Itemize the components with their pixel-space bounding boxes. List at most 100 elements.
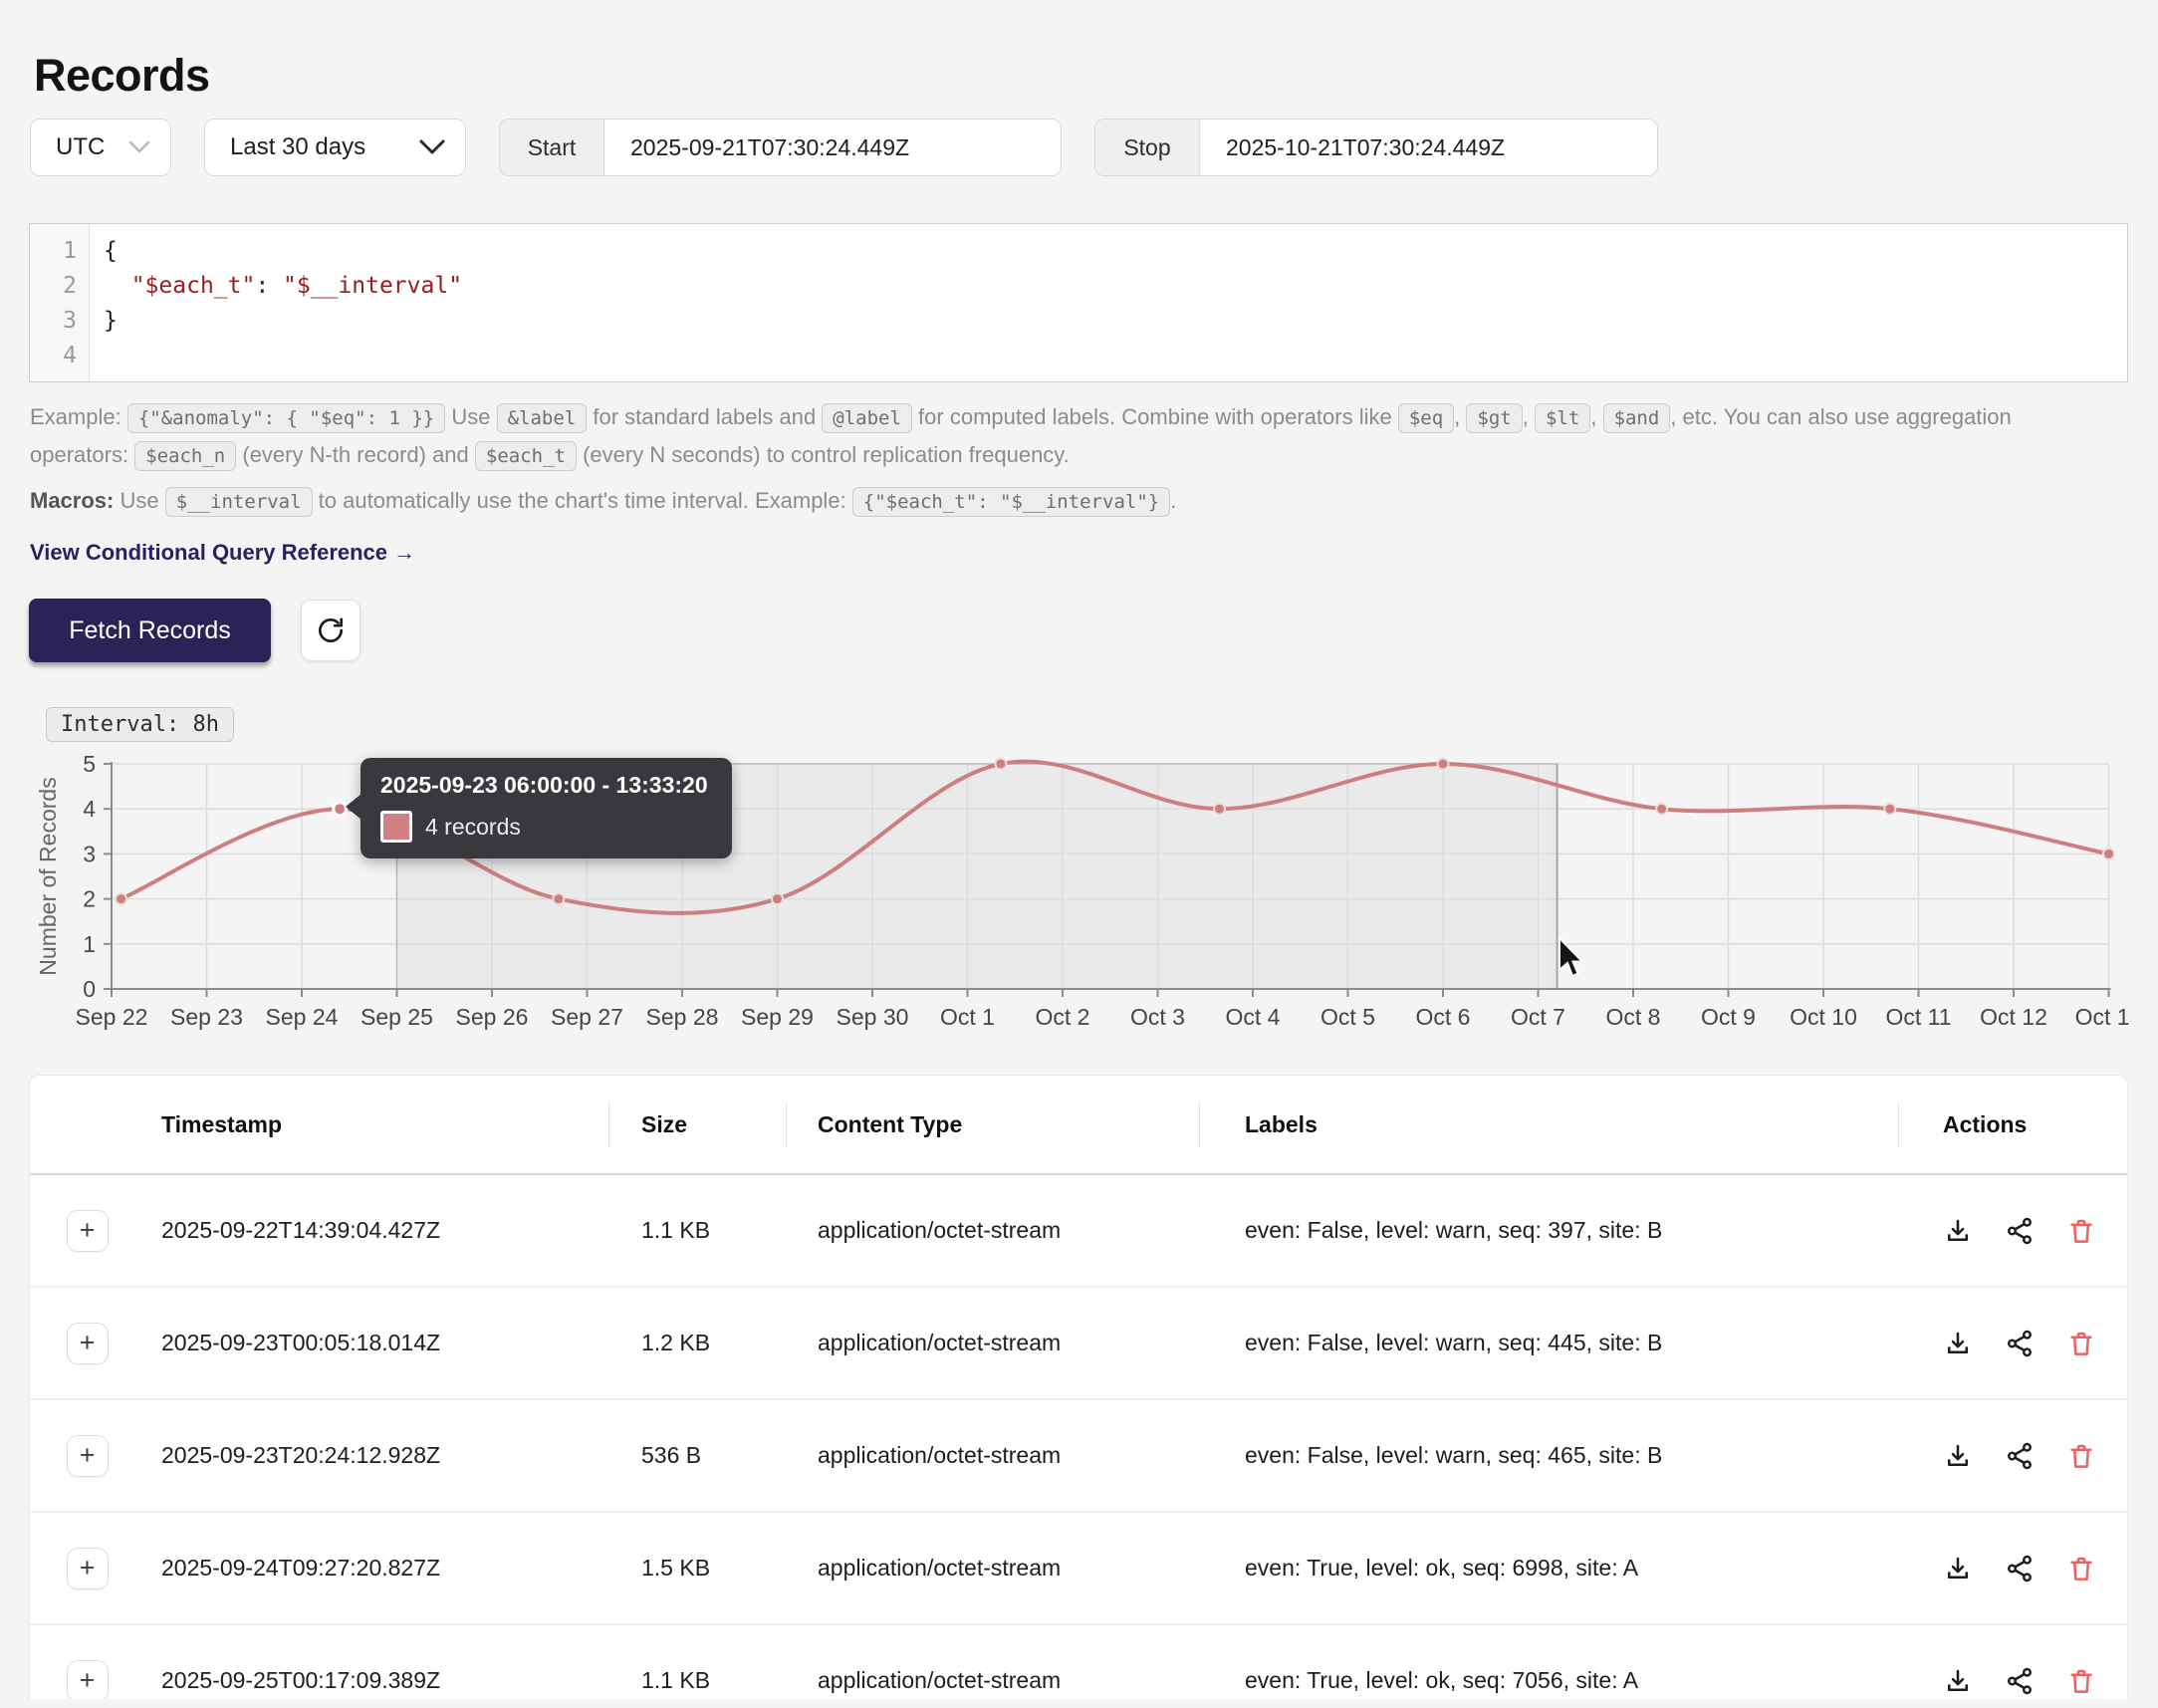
svg-text:Sep 30: Sep 30	[837, 1004, 909, 1030]
svg-text:Oct 9: Oct 9	[1701, 1004, 1756, 1030]
help-text: Example: {"&anomaly": { "$eq": 1 }} Use …	[30, 398, 2113, 572]
expand-row-button[interactable]: +	[67, 1660, 109, 1700]
svg-text:Sep 27: Sep 27	[551, 1004, 623, 1030]
cell-timestamp: 2025-09-22T14:39:04.427Z	[144, 1217, 608, 1244]
delete-record-button[interactable]	[2066, 1329, 2096, 1358]
inline-code-chip: {"$each_t": "$__interval"}	[852, 487, 1170, 517]
refresh-button[interactable]	[301, 600, 360, 661]
timezone-value: UTC	[56, 133, 105, 161]
svg-text:5: 5	[83, 751, 96, 777]
table-row: + 2025-09-25T00:17:09.389Z 1.1 KB applic…	[30, 1625, 2127, 1699]
expand-row-button[interactable]: +	[67, 1323, 109, 1364]
stop-time-input[interactable]	[1200, 120, 1657, 175]
plus-icon: +	[80, 1667, 96, 1694]
table-row: + 2025-09-23T00:05:18.014Z 1.2 KB applic…	[30, 1288, 2127, 1400]
svg-text:Oct 8: Oct 8	[1606, 1004, 1661, 1030]
expand-row-button[interactable]: +	[67, 1435, 109, 1477]
records-table-card: Timestamp Size Content Type Labels Actio…	[29, 1075, 2128, 1699]
svg-text:1: 1	[83, 931, 96, 957]
refresh-icon	[315, 614, 347, 646]
inline-code-chip: &label	[497, 403, 588, 433]
svg-text:Sep 22: Sep 22	[76, 1004, 148, 1030]
cell-content-type: application/octet-stream	[786, 1330, 1199, 1356]
svg-text:4: 4	[83, 796, 96, 822]
svg-text:Oct 6: Oct 6	[1416, 1004, 1471, 1030]
share-icon	[2005, 1554, 2035, 1584]
svg-text:Sep 26: Sep 26	[456, 1004, 529, 1030]
query-reference-link[interactable]: View Conditional Query Reference →	[30, 534, 415, 572]
svg-text:Oct 11: Oct 11	[1885, 1004, 1951, 1030]
table-header: Timestamp Size Content Type Labels Actio…	[30, 1076, 2127, 1175]
cell-content-type: application/octet-stream	[786, 1667, 1199, 1694]
svg-text:Oct 2: Oct 2	[1036, 1004, 1090, 1030]
column-header-size: Size	[608, 1076, 786, 1173]
share-icon	[2005, 1216, 2035, 1246]
trash-icon	[2066, 1216, 2096, 1246]
cell-timestamp: 2025-09-24T09:27:20.827Z	[144, 1555, 608, 1582]
download-record-button[interactable]	[1943, 1441, 1973, 1471]
expand-row-button[interactable]: +	[67, 1210, 109, 1252]
expand-row-button[interactable]: +	[67, 1548, 109, 1589]
delete-record-button[interactable]	[2066, 1554, 2096, 1584]
delete-record-button[interactable]	[2066, 1666, 2096, 1696]
start-time-group: Start	[499, 119, 1062, 176]
stop-label: Stop	[1095, 120, 1200, 175]
download-record-button[interactable]	[1943, 1329, 1973, 1358]
share-record-button[interactable]	[2005, 1554, 2035, 1584]
inline-code-chip: $gt	[1466, 403, 1522, 433]
download-icon	[1943, 1666, 1973, 1696]
download-icon	[1943, 1329, 1973, 1358]
share-record-button[interactable]	[2005, 1666, 2035, 1696]
cell-size: 536 B	[608, 1442, 786, 1469]
svg-text:Oct 13: Oct 13	[2075, 1004, 2131, 1030]
cell-labels: even: False, level: warn, seq: 465, site…	[1199, 1442, 1898, 1469]
download-record-button[interactable]	[1943, 1216, 1973, 1246]
column-header-content-type: Content Type	[786, 1076, 1199, 1173]
cell-content-type: application/octet-stream	[786, 1217, 1199, 1244]
query-editor[interactable]: 1234 { "$each_t": "$__interval"}	[29, 223, 2128, 382]
cell-content-type: application/octet-stream	[786, 1555, 1199, 1582]
share-record-button[interactable]	[2005, 1441, 2035, 1471]
delete-record-button[interactable]	[2066, 1441, 2096, 1471]
stop-time-group: Stop	[1094, 119, 1658, 176]
tooltip-value: 4 records	[425, 814, 521, 841]
table-row: + 2025-09-22T14:39:04.427Z 1.1 KB applic…	[30, 1175, 2127, 1288]
svg-text:Oct 5: Oct 5	[1320, 1004, 1375, 1030]
download-record-button[interactable]	[1943, 1554, 1973, 1584]
timezone-select[interactable]: UTC	[30, 119, 171, 176]
download-record-button[interactable]	[1943, 1666, 1973, 1696]
svg-text:Sep 24: Sep 24	[266, 1004, 339, 1030]
cell-content-type: application/octet-stream	[786, 1442, 1199, 1469]
time-range-select[interactable]: Last 30 days	[204, 119, 466, 176]
svg-text:3: 3	[83, 841, 96, 866]
column-header-actions: Actions	[1898, 1076, 2127, 1173]
cell-timestamp: 2025-09-25T00:17:09.389Z	[144, 1667, 608, 1694]
download-icon	[1943, 1216, 1973, 1246]
trash-icon	[2066, 1554, 2096, 1584]
svg-text:Oct 12: Oct 12	[1980, 1004, 2047, 1030]
plus-icon: +	[80, 1442, 96, 1469]
records-chart[interactable]: 012345Sep 22Sep 23Sep 24Sep 25Sep 26Sep …	[30, 747, 2131, 1046]
inline-code-chip: $each_t	[475, 441, 577, 471]
tooltip-caret	[346, 794, 361, 820]
plus-icon: +	[80, 1217, 96, 1244]
share-record-button[interactable]	[2005, 1329, 2035, 1358]
start-time-input[interactable]	[604, 120, 1061, 175]
share-record-button[interactable]	[2005, 1216, 2035, 1246]
download-icon	[1943, 1441, 1973, 1471]
plus-icon: +	[80, 1555, 96, 1582]
toolbar: UTC Last 30 days Start Stop	[30, 119, 1658, 176]
cell-labels: even: True, level: ok, seq: 6998, site: …	[1199, 1555, 1898, 1582]
svg-text:Sep 23: Sep 23	[170, 1004, 243, 1030]
svg-text:2: 2	[83, 886, 96, 912]
actions-bar: Fetch Records	[29, 599, 360, 662]
table-row: + 2025-09-24T09:27:20.827Z 1.5 KB applic…	[30, 1513, 2127, 1625]
fetch-records-button[interactable]: Fetch Records	[29, 599, 271, 662]
table-row: + 2025-09-23T20:24:12.928Z 536 B applica…	[30, 1400, 2127, 1513]
delete-record-button[interactable]	[2066, 1216, 2096, 1246]
help-paragraph-2: Macros: Use $__interval to automatically…	[30, 482, 2113, 520]
cell-size: 1.5 KB	[608, 1555, 786, 1582]
svg-text:Oct 10: Oct 10	[1790, 1004, 1857, 1030]
start-label: Start	[500, 120, 604, 175]
svg-text:Oct 1: Oct 1	[940, 1004, 995, 1030]
